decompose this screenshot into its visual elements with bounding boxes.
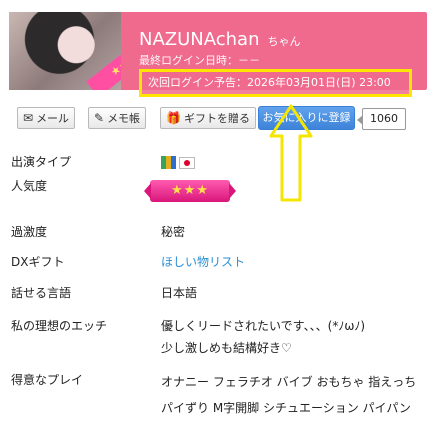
profile-label: 人気度 [11,179,48,193]
avatar[interactable]: ★★ [9,12,121,90]
profile-label: 私の理想のエッチ [11,319,108,333]
mail-label: メール [36,112,70,125]
mail-icon: ✉ [23,111,34,125]
profile-label: 過激度 [11,225,48,239]
profile-value: 秘密 [161,225,186,239]
gift-button[interactable]: 🎁 ギフトを贈る [160,107,256,129]
profile-label: 出演タイプ [11,155,72,169]
gift-icon: 🎁 [166,111,181,125]
profile-label: 話せる言語 [11,286,72,300]
memo-button[interactable]: ✎ メモ帳 [88,107,147,129]
profile-value: オナニー フェラチオ バイブ おもちゃ 指えっち パイずり M字開脚 シチュエー… [161,375,417,415]
rank-ribbon: ★★ [86,38,121,90]
map-icon [161,156,176,169]
profile-label: DXギフト [11,255,65,269]
last-login-text: 最終ログイン日時：－－ [139,54,260,67]
memo-label: メモ帳 [107,112,141,125]
profile-label: 得意なプレイ [11,373,84,387]
profile-value: 日本語 [161,286,198,300]
favorite-count: 1060 [357,108,406,130]
popularity-stars-badge: ★★★ [144,180,236,202]
next-login-text: 次回ログイン予告：2026年03月01日(日) 23:00 [148,76,391,89]
name-text: NAZUNAchan [139,29,260,50]
next-login-schedule: 次回ログイン予告：2026年03月01日(日) 23:00 [139,69,412,97]
gift-label: ギフトを贈る [183,112,250,125]
mail-button[interactable]: ✉ メール [17,107,76,129]
performer-name: NAZUNAchan ちゃん [139,30,301,52]
profile-value [161,151,421,173]
name-suffix: ちゃん [267,35,301,48]
japan-flag-icon [179,156,195,169]
profile-value: 優しくリードされたいです、、、(*ﾉωﾉ) 少し激しめも結構好き♡ [161,319,366,355]
profile-header: ★★ NAZUNAchan ちゃん 最終ログイン日時：－－ 次回ログイン予告：20… [9,12,427,97]
wishlist-link[interactable]: ほしい物リスト [161,251,421,273]
memo-icon: ✎ [94,111,105,125]
